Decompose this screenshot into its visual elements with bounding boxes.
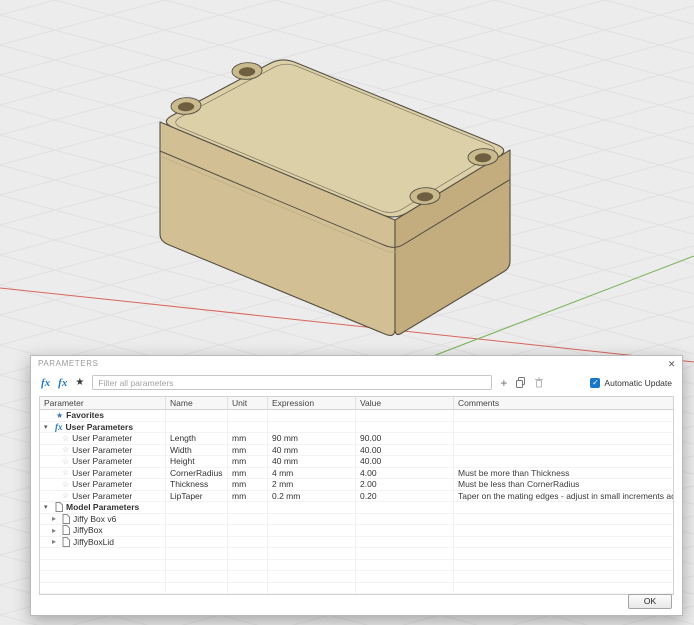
favorite-toggle-icon[interactable]: ☆ bbox=[62, 480, 69, 489]
param-type: User Parameter bbox=[72, 468, 132, 478]
caret-right-icon[interactable]: ▸ bbox=[52, 537, 59, 546]
col-name: Name bbox=[166, 397, 228, 410]
ok-button[interactable]: OK bbox=[628, 594, 672, 609]
table-empty-row bbox=[40, 571, 673, 583]
param-comment[interactable]: Taper on the mating edges - adjust in sm… bbox=[454, 491, 673, 503]
table-empty-row bbox=[40, 548, 673, 560]
param-type: User Parameter bbox=[72, 456, 132, 466]
param-comment[interactable]: Must be less than CornerRadius bbox=[454, 479, 673, 491]
param-value: 4.00 bbox=[356, 468, 454, 480]
param-name[interactable]: Thickness bbox=[166, 479, 228, 491]
param-name[interactable]: Height bbox=[166, 456, 228, 468]
favorite-toggle-icon[interactable]: ☆ bbox=[62, 468, 69, 477]
automatic-update-label: Automatic Update bbox=[604, 378, 672, 388]
close-icon[interactable]: ✕ bbox=[668, 357, 676, 372]
table-row[interactable]: ☆User Parameter Length mm 90 mm 90.00 bbox=[40, 433, 673, 445]
model-child-row[interactable]: ▸ Jiffy Box v6 bbox=[40, 514, 673, 526]
model-child-row[interactable]: ▸ JiffyBox bbox=[40, 525, 673, 537]
model-label: Jiffy Box v6 bbox=[73, 514, 116, 524]
caret-right-icon[interactable]: ▸ bbox=[52, 514, 59, 523]
param-name[interactable]: LipTaper bbox=[166, 491, 228, 503]
automatic-update-toggle[interactable]: ✓ Automatic Update bbox=[590, 378, 672, 388]
add-parameter-icon[interactable]: + bbox=[500, 377, 507, 389]
favorites-row[interactable]: ★Favorites bbox=[40, 410, 673, 422]
derived-parameter-icon[interactable]: fx bbox=[58, 376, 67, 390]
param-type: User Parameter bbox=[72, 433, 132, 443]
param-value: 40.00 bbox=[356, 445, 454, 457]
document-icon bbox=[55, 502, 63, 512]
param-expression[interactable]: 40 mm bbox=[268, 456, 356, 468]
document-icon bbox=[62, 537, 70, 547]
favorites-filter-icon[interactable]: ★ bbox=[75, 376, 84, 390]
param-comment[interactable]: Must be more than Thickness bbox=[454, 468, 673, 480]
fx-icon: fx bbox=[55, 422, 63, 432]
param-value: 2.00 bbox=[356, 479, 454, 491]
param-type: User Parameter bbox=[72, 445, 132, 455]
param-type: User Parameter bbox=[72, 479, 132, 489]
group-label: User Parameters bbox=[66, 422, 134, 432]
param-unit: mm bbox=[228, 468, 268, 480]
col-comments: Comments bbox=[454, 397, 673, 410]
dialog-toolbar: fx fx ★ + ✓ Automatic Update bbox=[31, 371, 682, 396]
favorite-toggle-icon[interactable]: ☆ bbox=[62, 457, 69, 466]
checkbox-checked-icon[interactable]: ✓ bbox=[590, 378, 600, 388]
table-empty-row bbox=[40, 560, 673, 572]
document-icon bbox=[62, 525, 70, 535]
param-value: 40.00 bbox=[356, 456, 454, 468]
group-label: Model Parameters bbox=[66, 502, 139, 512]
param-value: 0.20 bbox=[356, 491, 454, 503]
table-row[interactable]: ☆User Parameter LipTaper mm 0.2 mm 0.20 … bbox=[40, 491, 673, 503]
param-value: 90.00 bbox=[356, 433, 454, 445]
filter-parameters-input[interactable] bbox=[92, 375, 492, 390]
col-parameter: Parameter bbox=[40, 397, 166, 410]
table-header-row: Parameter Name Unit Expression Value Com… bbox=[40, 397, 673, 410]
param-unit: mm bbox=[228, 479, 268, 491]
param-expression[interactable]: 90 mm bbox=[268, 433, 356, 445]
table-row[interactable]: ☆User Parameter Width mm 40 mm 40.00 bbox=[40, 445, 673, 457]
model-parameters-group-row[interactable]: ▾ Model Parameters bbox=[40, 502, 673, 514]
param-comment[interactable] bbox=[454, 433, 673, 445]
dialog-titlebar[interactable]: PARAMETERS ✕ bbox=[31, 356, 682, 371]
caret-right-icon[interactable]: ▸ bbox=[52, 526, 59, 535]
param-expression[interactable]: 0.2 mm bbox=[268, 491, 356, 503]
favorites-label: Favorites bbox=[66, 410, 104, 420]
param-unit: mm bbox=[228, 491, 268, 503]
model-child-row[interactable]: ▸ JiffyBoxLid bbox=[40, 537, 673, 549]
add-user-parameter-icon[interactable]: fx bbox=[41, 376, 50, 390]
delete-parameter-icon[interactable] bbox=[534, 377, 544, 388]
dialog-title: PARAMETERS bbox=[38, 359, 99, 368]
param-name[interactable]: Width bbox=[166, 445, 228, 457]
param-name[interactable]: CornerRadius bbox=[166, 468, 228, 480]
param-comment[interactable] bbox=[454, 445, 673, 457]
caret-down-icon[interactable]: ▾ bbox=[44, 503, 52, 511]
model-label: JiffyBoxLid bbox=[73, 537, 114, 547]
table-row[interactable]: ☆User Parameter Thickness mm 2 mm 2.00 M… bbox=[40, 479, 673, 491]
favorite-toggle-icon[interactable]: ☆ bbox=[62, 434, 69, 443]
param-expression[interactable]: 2 mm bbox=[268, 479, 356, 491]
param-type: User Parameter bbox=[72, 491, 132, 501]
copy-parameter-icon[interactable] bbox=[515, 377, 526, 388]
col-unit: Unit bbox=[228, 397, 268, 410]
param-name[interactable]: Length bbox=[166, 433, 228, 445]
param-unit: mm bbox=[228, 445, 268, 457]
table-row[interactable]: ☆User Parameter Height mm 40 mm 40.00 bbox=[40, 456, 673, 468]
table-row[interactable]: ☆User Parameter CornerRadius mm 4 mm 4.0… bbox=[40, 468, 673, 480]
favorite-toggle-icon[interactable]: ☆ bbox=[62, 491, 69, 500]
param-comment[interactable] bbox=[454, 456, 673, 468]
param-unit: mm bbox=[228, 456, 268, 468]
favorite-toggle-icon[interactable]: ☆ bbox=[62, 445, 69, 454]
user-parameters-group-row[interactable]: ▾fxUser Parameters bbox=[40, 422, 673, 434]
param-expression[interactable]: 40 mm bbox=[268, 445, 356, 457]
parameters-dialog: PARAMETERS ✕ fx fx ★ + ✓ Automatic Updat… bbox=[30, 355, 683, 616]
caret-down-icon[interactable]: ▾ bbox=[44, 423, 52, 431]
param-unit: mm bbox=[228, 433, 268, 445]
favorites-star-icon: ★ bbox=[56, 411, 63, 420]
param-expression[interactable]: 4 mm bbox=[268, 468, 356, 480]
document-icon bbox=[62, 514, 70, 524]
table-empty-row bbox=[40, 583, 673, 595]
parameters-table: Parameter Name Unit Expression Value Com… bbox=[39, 396, 674, 595]
col-value: Value bbox=[356, 397, 454, 410]
col-expression: Expression bbox=[268, 397, 356, 410]
model-label: JiffyBox bbox=[73, 525, 103, 535]
